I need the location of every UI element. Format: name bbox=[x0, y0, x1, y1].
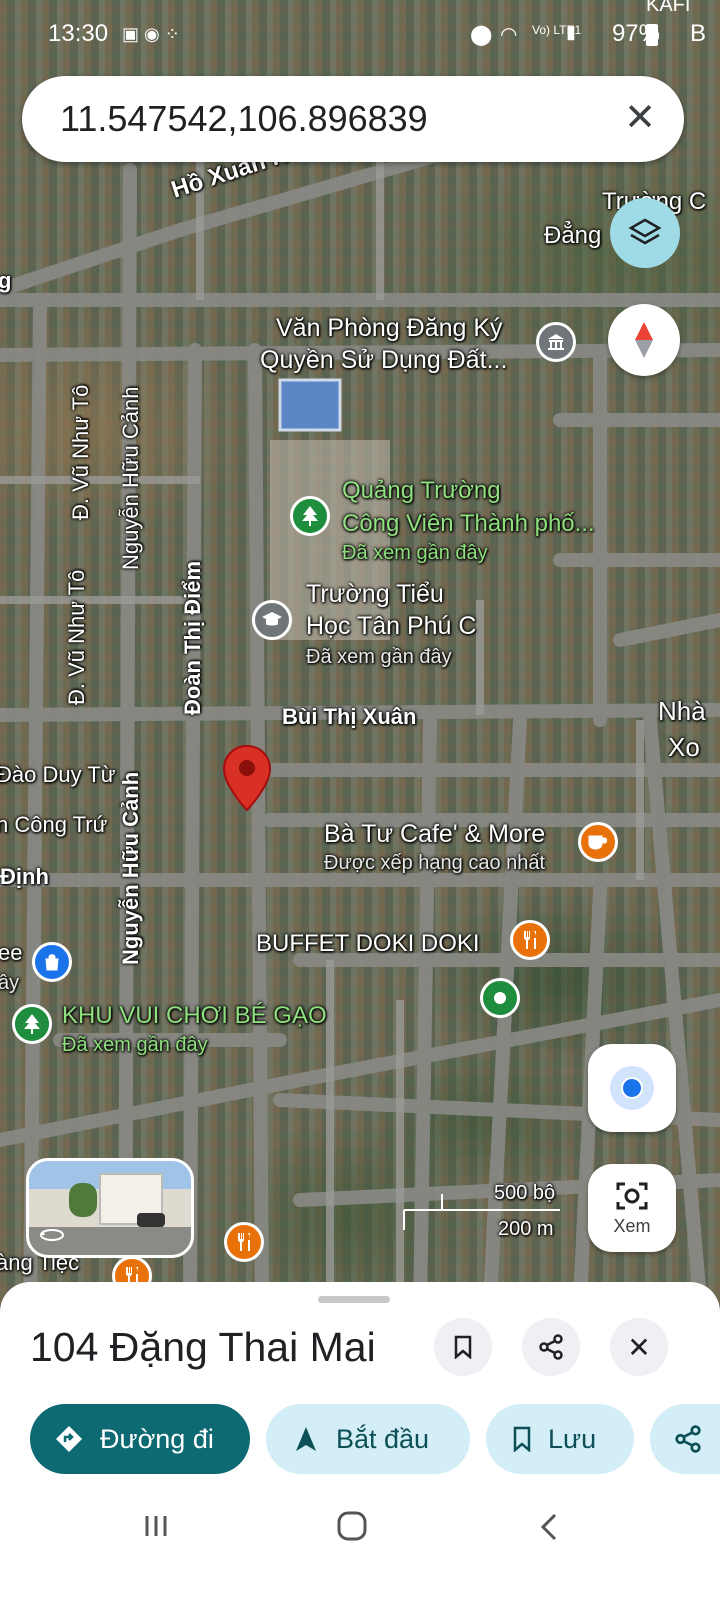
place-khu-vui-choi[interactable]: KHU VUI CHƠI BÉ GẠO bbox=[62, 1002, 327, 1030]
place-edge-nha: Nhà bbox=[658, 696, 706, 726]
park-tree-icon-quang-truong[interactable] bbox=[290, 496, 330, 536]
compass-button[interactable] bbox=[608, 304, 680, 376]
clear-search-close-icon[interactable]: ✕ bbox=[624, 96, 656, 140]
search-query[interactable]: 11.547542,106.896839 bbox=[60, 98, 428, 140]
bookmark-icon bbox=[454, 1335, 472, 1359]
lens-label: Xem bbox=[613, 1215, 651, 1236]
street-dinh: Định bbox=[0, 864, 49, 889]
place-quang-truong-sub: Đã xem gần đây bbox=[342, 542, 488, 564]
more-notifications-icon: ⁘ bbox=[164, 24, 180, 44]
notification-icons: ▣ ◉ ⁘ bbox=[122, 24, 180, 45]
signal-icon: ▮ bbox=[566, 22, 576, 42]
street-vu-nhu-to-1: Đ. Vũ Như Tô bbox=[68, 384, 93, 520]
place-quang-truong-line1[interactable]: Quảng Trường bbox=[342, 477, 501, 505]
restaurant-fork-knife-icon-2[interactable] bbox=[224, 1222, 264, 1262]
search-bar[interactable]: 11.547542,106.896839 ✕ bbox=[22, 76, 684, 162]
place-truong-tieu-hoc-sub: Đã xem gần đây bbox=[306, 646, 452, 668]
directions-icon bbox=[56, 1426, 82, 1452]
shopping-bag-icon[interactable] bbox=[32, 942, 72, 982]
place-edge-xo: Xo bbox=[668, 732, 700, 762]
place-van-phong-line1[interactable]: Văn Phòng Đăng Ký bbox=[276, 314, 503, 343]
place-khu-vui-choi-sub: Đã xem gần đây bbox=[62, 1034, 208, 1056]
street-vu-nhu-to-2: Đ. Vũ Như Tô bbox=[64, 569, 89, 705]
place-pin-green-icon[interactable] bbox=[480, 978, 520, 1018]
place-buffet[interactable]: BUFFET DOKI DOKI bbox=[256, 930, 480, 958]
place-ba-tu-cafe[interactable]: Bà Tư Cafe' & More bbox=[324, 820, 545, 849]
cafe-cup-icon[interactable] bbox=[578, 822, 618, 862]
location-pin-icon[interactable] bbox=[222, 744, 272, 812]
navigation-arrow-icon bbox=[296, 1427, 316, 1451]
status-time: 13:30 bbox=[48, 20, 109, 47]
place-ba-tu-cafe-sub: Được xếp hạng cao nhất bbox=[324, 852, 546, 874]
directions-label: Đường đi bbox=[100, 1423, 214, 1454]
rotate-360-icon bbox=[39, 1227, 65, 1243]
layers-icon bbox=[628, 218, 662, 245]
system-nav-bar bbox=[0, 1500, 720, 1600]
place-edge-ay: ây bbox=[0, 972, 20, 994]
map-label-b: B bbox=[690, 20, 707, 47]
my-location-icon bbox=[610, 1066, 654, 1110]
restaurant-fork-knife-icon[interactable] bbox=[510, 920, 550, 960]
start-label: Bắt đầu bbox=[336, 1423, 430, 1454]
share-pill-icon bbox=[675, 1425, 701, 1453]
close-sheet-button[interactable]: ✕ bbox=[610, 1318, 668, 1376]
camera-lens-icon bbox=[616, 1182, 648, 1209]
wifi-icon: ◠ bbox=[500, 24, 518, 46]
sheet-drag-handle[interactable] bbox=[318, 1296, 390, 1303]
park-tree-icon-khu-vui-choi[interactable] bbox=[12, 1004, 52, 1044]
recent-apps-button[interactable] bbox=[142, 1512, 170, 1545]
street-doan-thi-diem: Đoàn Thị Điểm bbox=[180, 560, 205, 715]
street-edge-g: g bbox=[0, 268, 12, 293]
battery-icon bbox=[646, 24, 658, 46]
street-view-thumbnail[interactable] bbox=[26, 1158, 194, 1258]
map-label-kafe: KAFI bbox=[646, 0, 691, 16]
layers-button[interactable] bbox=[610, 198, 680, 268]
close-icon: ✕ bbox=[627, 1331, 651, 1363]
status-bar: 13:30 ▣ ◉ ⁘ ⬤ ◠ Vo) LTE1 ▮ 97% KAFI B bbox=[0, 0, 720, 66]
bookmark-save-icon bbox=[513, 1426, 531, 1452]
place-truong-top-2: Đẳng bbox=[544, 222, 602, 249]
place-quang-truong-line2[interactable]: Công Viên Thành phố... bbox=[342, 510, 595, 538]
school-cap-icon[interactable] bbox=[252, 600, 292, 640]
share-pill-button[interactable] bbox=[650, 1404, 720, 1474]
home-button[interactable] bbox=[336, 1510, 368, 1547]
back-chevron-icon bbox=[540, 1513, 557, 1541]
home-icon bbox=[337, 1511, 367, 1541]
share-icon bbox=[539, 1334, 563, 1360]
street-nguyen-huu-canh-2: Nguyễn Hữu Cảnh bbox=[118, 771, 143, 965]
save-place-button[interactable] bbox=[434, 1318, 492, 1376]
location-icon: ⬤ bbox=[470, 24, 493, 46]
scale-bar bbox=[402, 1192, 562, 1232]
street-cong-tru: n Công Trứ bbox=[0, 812, 108, 837]
my-location-button[interactable] bbox=[588, 1044, 676, 1132]
back-button[interactable] bbox=[538, 1512, 560, 1547]
place-edge-ee: ee bbox=[0, 940, 23, 965]
place-truong-tieu-hoc-line2[interactable]: Học Tân Phú C bbox=[306, 612, 476, 641]
save-label: Lưu bbox=[548, 1423, 597, 1454]
directions-button[interactable]: Đường đi bbox=[30, 1404, 250, 1474]
recent-apps-icon bbox=[145, 1516, 167, 1536]
gallery-icon: ▣ bbox=[122, 24, 140, 44]
share-button[interactable] bbox=[522, 1318, 580, 1376]
street-nguyen-huu-canh-1: Nguyễn Hữu Cảnh bbox=[118, 386, 143, 571]
street-bui-thi-xuan: Bùi Thị Xuân bbox=[282, 704, 417, 729]
lens-button[interactable]: Xem bbox=[588, 1164, 676, 1252]
government-building-icon[interactable] bbox=[536, 322, 576, 362]
messenger-icon: ◉ bbox=[144, 24, 160, 44]
street-dao-duy-tu: Đào Duy Từ bbox=[0, 762, 116, 787]
place-truong-tieu-hoc-line1[interactable]: Trường Tiểu bbox=[306, 580, 444, 609]
save-button[interactable]: Lưu bbox=[486, 1404, 634, 1474]
place-title: 104 Đặng Thai Mai bbox=[30, 1324, 376, 1370]
compass-icon bbox=[635, 322, 653, 358]
place-van-phong-line2[interactable]: Quyền Sử Dụng Đất... bbox=[260, 346, 507, 375]
start-navigation-button[interactable]: Bắt đầu bbox=[266, 1404, 470, 1474]
